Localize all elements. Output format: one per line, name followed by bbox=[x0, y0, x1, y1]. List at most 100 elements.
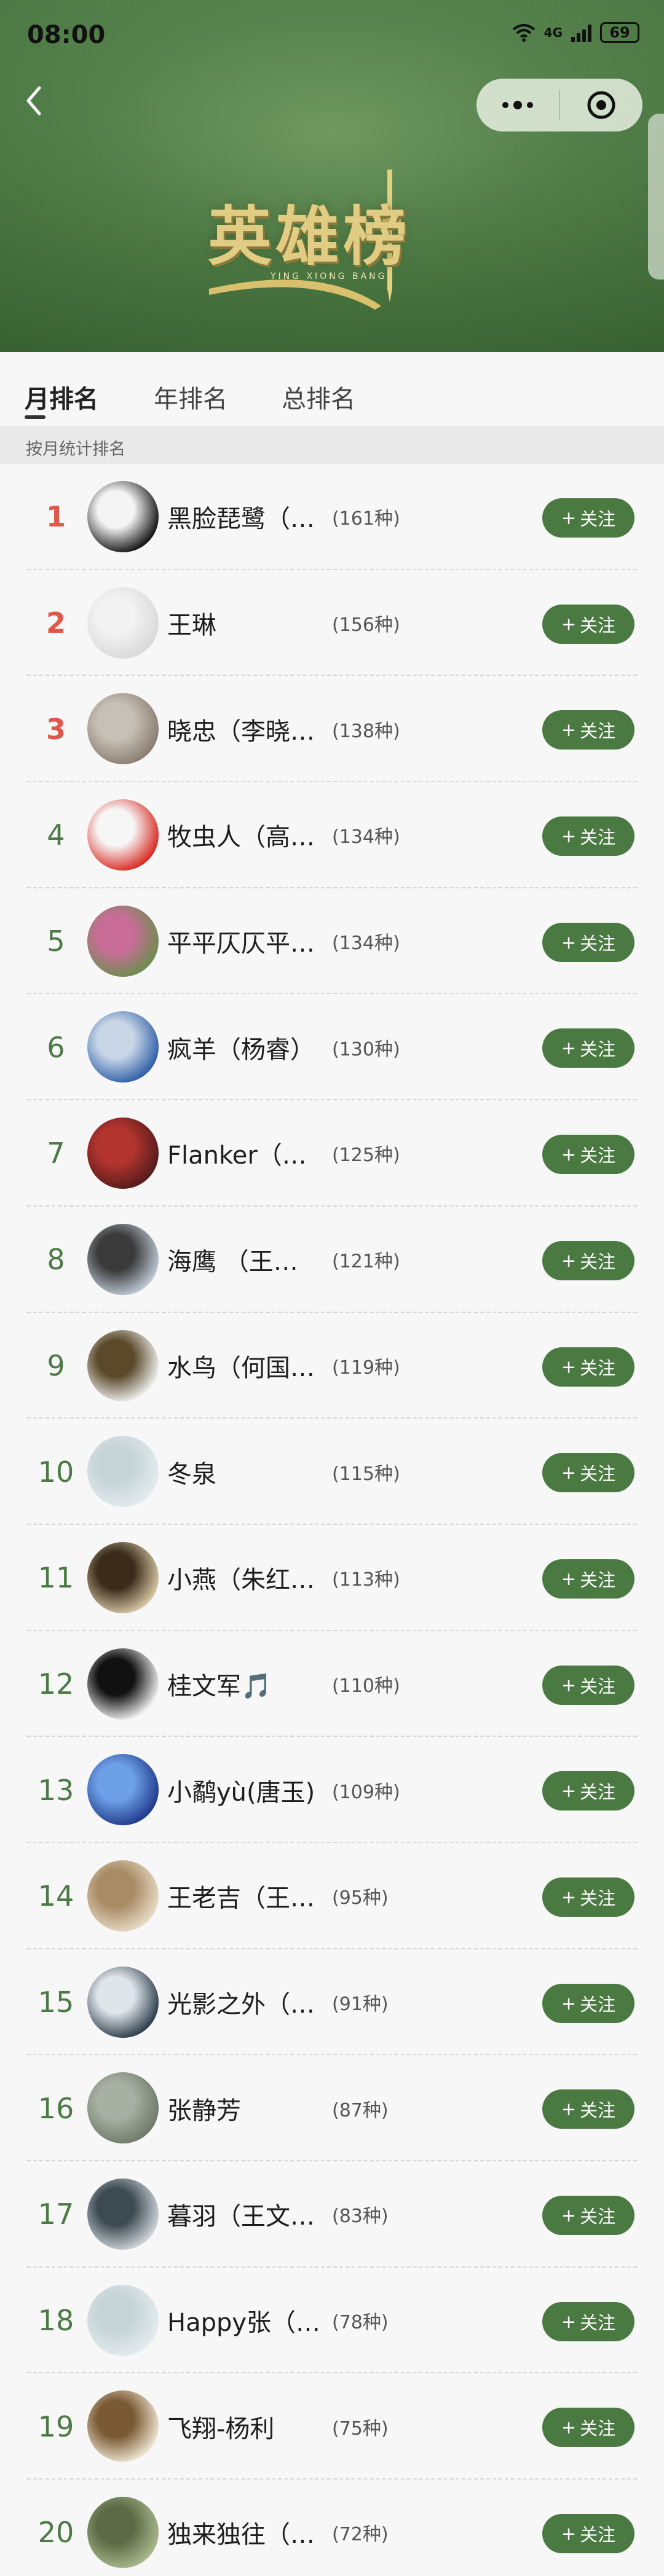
ranking-row[interactable]: 13 小鹬yù(唐玉) (109种) + 关注 bbox=[0, 1737, 664, 1843]
user-name[interactable]: 水鸟（何国… bbox=[167, 1313, 321, 1419]
rank-number: 4 bbox=[47, 818, 65, 852]
user-name[interactable]: 王琳 bbox=[167, 570, 321, 676]
user-name[interactable]: 冬泉 bbox=[167, 1419, 321, 1525]
follow-button[interactable]: + 关注 bbox=[542, 498, 634, 538]
red-logo-avatar[interactable] bbox=[87, 799, 159, 871]
ranking-row[interactable]: 6 疯羊（杨睿） (130种) + 关注 bbox=[0, 994, 664, 1100]
ranking-row[interactable]: 1 黑脸琵鹭（… (161种) + 关注 bbox=[0, 464, 664, 570]
calligraphy-avatar[interactable] bbox=[87, 1541, 159, 1613]
ranking-row[interactable]: 10 冬泉 (115种) + 关注 bbox=[0, 1419, 664, 1525]
landscape-avatar[interactable] bbox=[87, 2072, 159, 2144]
ranking-row[interactable]: 12 桂文军🎵 (110种) + 关注 bbox=[0, 1631, 664, 1737]
woodpecker-avatar[interactable] bbox=[87, 1329, 159, 1401]
follow-button[interactable]: + 关注 bbox=[542, 710, 634, 750]
ranking-row[interactable]: 17 暮羽（王文… (83种) + 关注 bbox=[0, 2161, 664, 2268]
user-name[interactable]: 小燕（朱红… bbox=[167, 1525, 321, 1631]
default-avatar[interactable] bbox=[87, 1436, 159, 1508]
follow-button[interactable]: + 关注 bbox=[542, 1665, 634, 1705]
user-name[interactable]: 王老吉（王… bbox=[167, 1843, 321, 1949]
species-count: (119种) bbox=[332, 1357, 400, 1379]
user-name[interactable]: 牧虫人（高… bbox=[167, 782, 321, 888]
rank-number: 7 bbox=[47, 1137, 65, 1170]
user-name[interactable]: 海鹰 （王… bbox=[167, 1207, 321, 1313]
tab-yearly[interactable]: 年排名 bbox=[154, 379, 227, 415]
user-name[interactable]: 独来独往（… bbox=[167, 2480, 321, 2576]
ranking-row[interactable]: 18 Happy张（… (78种) + 关注 bbox=[0, 2268, 664, 2374]
feather-avatar[interactable] bbox=[87, 587, 159, 659]
sketch-avatar[interactable] bbox=[87, 1648, 159, 1720]
user-name[interactable]: 桂文军🎵 bbox=[167, 1631, 321, 1737]
follow-button[interactable]: + 关注 bbox=[542, 922, 634, 962]
person-car-avatar[interactable] bbox=[87, 1011, 159, 1083]
ranking-row[interactable]: 14 王老吉（王… (95种) + 关注 bbox=[0, 1843, 664, 1949]
user-name[interactable]: 光影之外（… bbox=[167, 1949, 321, 2056]
ranking-row[interactable]: 3 晓忠（李晓… (138种) + 关注 bbox=[0, 676, 664, 782]
tab-monthly[interactable]: 月排名 bbox=[25, 379, 98, 415]
follow-button[interactable]: + 关注 bbox=[542, 1135, 634, 1175]
ranking-row[interactable]: 7 Flanker（… (125种) + 关注 bbox=[0, 1100, 664, 1207]
follow-button[interactable]: + 关注 bbox=[542, 1983, 634, 2023]
close-miniprogram-button[interactable] bbox=[560, 79, 642, 131]
ranking-row[interactable]: 5 平平仄仄平… (134种) + 关注 bbox=[0, 888, 664, 995]
follow-button[interactable]: + 关注 bbox=[542, 1877, 634, 1917]
ranking-row[interactable]: 20 独来独往（… (72种) + 关注 bbox=[0, 2480, 664, 2576]
plus-icon: + bbox=[561, 1886, 577, 1908]
ranking-row[interactable]: 4 牧虫人（高… (134种) + 关注 bbox=[0, 782, 664, 888]
edge-handle[interactable] bbox=[648, 114, 664, 280]
back-button[interactable] bbox=[25, 82, 55, 119]
follow-label: 关注 bbox=[580, 1039, 616, 1060]
follow-button[interactable]: + 关注 bbox=[542, 1559, 634, 1599]
ranking-row[interactable]: 16 张静芳 (87种) + 关注 bbox=[0, 2055, 664, 2161]
user-name[interactable]: 晓忠（李晓… bbox=[167, 676, 321, 782]
eagle-avatar[interactable] bbox=[87, 1223, 159, 1295]
follow-button[interactable]: + 关注 bbox=[542, 1453, 634, 1493]
follow-button[interactable]: + 关注 bbox=[542, 1771, 634, 1811]
dot-icon bbox=[527, 102, 533, 108]
user-name[interactable]: 暮羽（王文… bbox=[167, 2161, 321, 2268]
chairs-avatar[interactable] bbox=[87, 1118, 159, 1189]
user-name[interactable]: 黑脸琵鹭（… bbox=[167, 464, 321, 570]
follow-button[interactable]: + 关注 bbox=[542, 2196, 634, 2235]
follow-button[interactable]: + 关注 bbox=[542, 1028, 634, 1068]
ranking-row[interactable]: 11 小燕（朱红… (113种) + 关注 bbox=[0, 1525, 664, 1631]
tab-total[interactable]: 总排名 bbox=[282, 379, 355, 415]
shrike-avatar[interactable] bbox=[87, 2179, 159, 2250]
user-name[interactable]: Flanker（… bbox=[167, 1100, 321, 1207]
follow-button[interactable]: + 关注 bbox=[542, 816, 634, 856]
ranking-row[interactable]: 2 王琳 (156种) + 关注 bbox=[0, 570, 664, 676]
species-count: (134种) bbox=[332, 826, 400, 848]
follow-button[interactable]: + 关注 bbox=[542, 2514, 634, 2554]
user-name[interactable]: Happy张（… bbox=[167, 2268, 321, 2374]
flying-bird-avatar[interactable] bbox=[87, 2390, 159, 2462]
follow-button[interactable]: + 关注 bbox=[542, 604, 634, 644]
heron-avatar[interactable] bbox=[87, 693, 159, 765]
ranking-row[interactable]: 15 光影之外（… (91种) + 关注 bbox=[0, 1949, 664, 2056]
plus-icon: + bbox=[561, 1568, 577, 1589]
ranking-row[interactable]: 8 海鹰 （王… (121种) + 关注 bbox=[0, 1207, 664, 1313]
flowers-avatar[interactable] bbox=[87, 905, 159, 977]
follow-label: 关注 bbox=[580, 1463, 616, 1485]
sparrow-avatar[interactable] bbox=[87, 2497, 159, 2569]
default-avatar[interactable] bbox=[87, 2284, 159, 2356]
follow-button[interactable]: + 关注 bbox=[542, 2089, 634, 2129]
user-name[interactable]: 飞翔-杨利 bbox=[167, 2373, 321, 2480]
rank-number: 18 bbox=[38, 2304, 74, 2338]
user-name[interactable]: 张静芳 bbox=[167, 2055, 321, 2161]
follow-button[interactable]: + 关注 bbox=[542, 2301, 634, 2341]
user-name[interactable]: 疯羊（杨睿） bbox=[167, 994, 321, 1100]
more-button[interactable] bbox=[476, 79, 559, 131]
ranking-row[interactable]: 9 水鸟（何国… (119种) + 关注 bbox=[0, 1313, 664, 1419]
follow-button[interactable]: + 关注 bbox=[542, 1240, 634, 1280]
rank-number: 9 bbox=[47, 1349, 65, 1382]
follow-button[interactable]: + 关注 bbox=[542, 2408, 634, 2448]
follow-button[interactable]: + 关注 bbox=[542, 1347, 634, 1387]
bluebird-avatar[interactable] bbox=[87, 1754, 159, 1826]
gull-avatar[interactable] bbox=[87, 1966, 159, 2038]
plus-icon: + bbox=[561, 2417, 577, 2438]
species-count: (109种) bbox=[332, 1781, 400, 1803]
user-name[interactable]: 平平仄仄平… bbox=[167, 888, 321, 995]
ranking-row[interactable]: 19 飞翔-杨利 (75种) + 关注 bbox=[0, 2373, 664, 2480]
black-spoonbill-avatar[interactable] bbox=[87, 481, 159, 552]
dog-avatar[interactable] bbox=[87, 1860, 159, 1932]
user-name[interactable]: 小鹬yù(唐玉) bbox=[167, 1737, 321, 1843]
